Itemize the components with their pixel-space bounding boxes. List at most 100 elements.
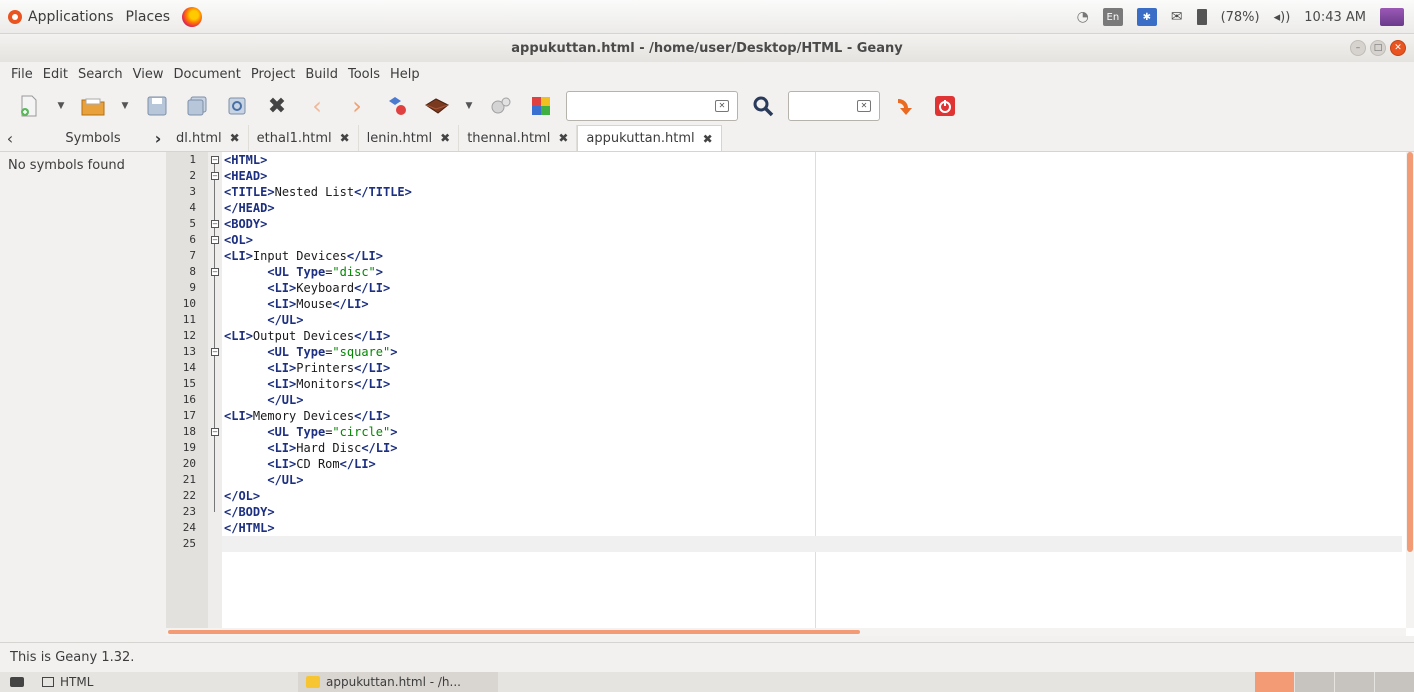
fold-marker-icon[interactable]: − [211,156,219,164]
taskbar-item-html-folder[interactable]: HTML [42,675,242,689]
code-line[interactable]: <HEAD> [222,168,1402,184]
workspace-3[interactable] [1334,672,1374,692]
menu-document[interactable]: Document [172,67,241,82]
clock[interactable]: 10:43 AM [1304,10,1366,25]
code-line[interactable]: <HTML> [222,152,1402,168]
vertical-scrollbar-thumb[interactable] [1407,152,1413,552]
menu-help[interactable]: Help [389,67,421,82]
code-line[interactable]: <UL Type="circle"> [222,424,1402,440]
open-file-button[interactable] [78,91,108,121]
code-line[interactable]: <LI>Memory Devices</LI> [222,408,1402,424]
code-line[interactable]: <UL Type="disc"> [222,264,1402,280]
volume-icon[interactable]: ◂)) [1274,10,1291,25]
close-window-button[interactable]: ✕ [1390,40,1406,56]
code-line[interactable] [222,536,1402,552]
code-line[interactable]: <LI>Mouse</LI> [222,296,1402,312]
code-line[interactable]: <LI>Printers</LI> [222,360,1402,376]
code-line[interactable]: <TITLE>Nested List</TITLE> [222,184,1402,200]
code-line[interactable]: </HEAD> [222,200,1402,216]
code-line[interactable]: <LI>CD Rom</LI> [222,456,1402,472]
fold-marker-icon[interactable]: − [211,172,219,180]
fold-marker-icon[interactable]: − [211,428,219,436]
code-line[interactable]: <BODY> [222,216,1402,232]
session-menu-icon[interactable] [1380,8,1404,26]
firefox-launcher[interactable] [182,6,203,27]
taskbar-item-geany[interactable]: appukuttan.html - /h... [298,672,498,692]
battery-icon[interactable] [1196,9,1207,25]
fold-marker-icon[interactable]: − [211,268,219,276]
navigate-forward-button[interactable]: › [342,91,372,121]
keyboard-layout-indicator[interactable]: En [1102,8,1123,26]
compile-button[interactable] [382,91,412,121]
menu-edit[interactable]: Edit [42,67,69,82]
applications-menu[interactable]: Applications [8,9,114,25]
menu-file[interactable]: File [10,67,34,82]
search-field[interactable]: ✕ [566,91,738,121]
code-area[interactable]: <HTML> <HEAD> <TITLE>Nested List</TITLE> </… [222,152,1402,552]
code-line[interactable]: <OL> [222,232,1402,248]
tab-close-icon[interactable]: ✖ [558,131,568,145]
close-file-button[interactable]: ✖ [262,91,292,121]
code-line[interactable]: <LI>Output Devices</LI> [222,328,1402,344]
goto-line-button[interactable] [890,91,920,121]
tab-dl-html[interactable]: dl.html ✖ [168,125,249,151]
mail-icon[interactable]: ✉ [1171,9,1183,25]
code-line[interactable]: <LI>Keyboard</LI> [222,280,1402,296]
search-input[interactable] [567,92,737,120]
sidebar-tab-symbols[interactable]: Symbols [20,131,166,146]
menu-view[interactable]: View [132,67,165,82]
tab-ethal1-html[interactable]: ethal1.html ✖ [249,125,359,151]
code-line[interactable]: </BODY> [222,504,1402,520]
workspace-4[interactable] [1374,672,1414,692]
clear-search-icon[interactable]: ✕ [715,100,729,112]
run-button[interactable] [486,91,516,121]
new-file-dropdown-icon[interactable]: ▼ [54,91,68,121]
code-line[interactable]: <LI>Input Devices</LI> [222,248,1402,264]
tab-close-icon[interactable]: ✖ [703,132,713,146]
horizontal-scrollbar[interactable] [166,628,1406,636]
code-line[interactable]: </UL> [222,472,1402,488]
bluetooth-icon[interactable]: ✱ [1136,8,1157,26]
tabs-scroll-right-icon[interactable]: › [148,125,168,151]
menu-project[interactable]: Project [250,67,296,82]
goto-line-field[interactable]: ✕ [788,91,880,121]
clear-goto-icon[interactable]: ✕ [857,100,871,112]
find-button[interactable] [748,91,778,121]
fold-marker-icon[interactable]: − [211,236,219,244]
code-line[interactable]: <UL Type="square"> [222,344,1402,360]
code-line[interactable]: <LI>Monitors</LI> [222,376,1402,392]
sidebar-scroll-left-icon[interactable]: ‹ [0,129,20,148]
tab-lenin-html[interactable]: lenin.html ✖ [359,125,460,151]
vertical-scrollbar[interactable] [1406,152,1414,628]
fold-marker-icon[interactable]: − [211,348,219,356]
tab-close-icon[interactable]: ✖ [340,131,350,145]
tab-appukuttan-html[interactable]: appukuttan.html ✖ [577,125,722,151]
places-menu[interactable]: Places [126,9,171,25]
code-line[interactable]: </UL> [222,392,1402,408]
build-button[interactable] [422,91,452,121]
save-all-button[interactable] [182,91,212,121]
minimize-button[interactable]: – [1350,40,1366,56]
menu-build[interactable]: Build [304,67,339,82]
new-file-button[interactable] [14,91,44,121]
menu-search[interactable]: Search [77,67,124,82]
code-line[interactable]: <LI>Hard Disc</LI> [222,440,1402,456]
open-file-dropdown-icon[interactable]: ▼ [118,91,132,121]
workspace-2[interactable] [1294,672,1334,692]
code-line[interactable]: </OL> [222,488,1402,504]
tab-thennal-html[interactable]: thennal.html ✖ [459,125,578,151]
window-title-bar[interactable]: appukuttan.html - /home/user/Desktop/HTM… [0,34,1414,62]
revert-button[interactable] [222,91,252,121]
code-line[interactable]: </HTML> [222,520,1402,536]
menu-tools[interactable]: Tools [347,67,381,82]
navigate-back-button[interactable]: ‹ [302,91,332,121]
build-dropdown-icon[interactable]: ▼ [462,91,476,121]
code-editor[interactable]: 1 2 3 4 5 6 7 8 9 10 11 12 13 14 15 16 17 18 19 20 21 22 23 24 2… [166,152,1414,636]
wifi-icon[interactable]: ◔ [1077,9,1089,25]
color-chooser-button[interactable] [526,91,556,121]
save-button[interactable] [142,91,172,121]
tab-close-icon[interactable]: ✖ [440,131,450,145]
maximize-button[interactable]: □ [1370,40,1386,56]
show-desktop-icon[interactable] [10,677,24,687]
quit-button[interactable] [930,91,960,121]
